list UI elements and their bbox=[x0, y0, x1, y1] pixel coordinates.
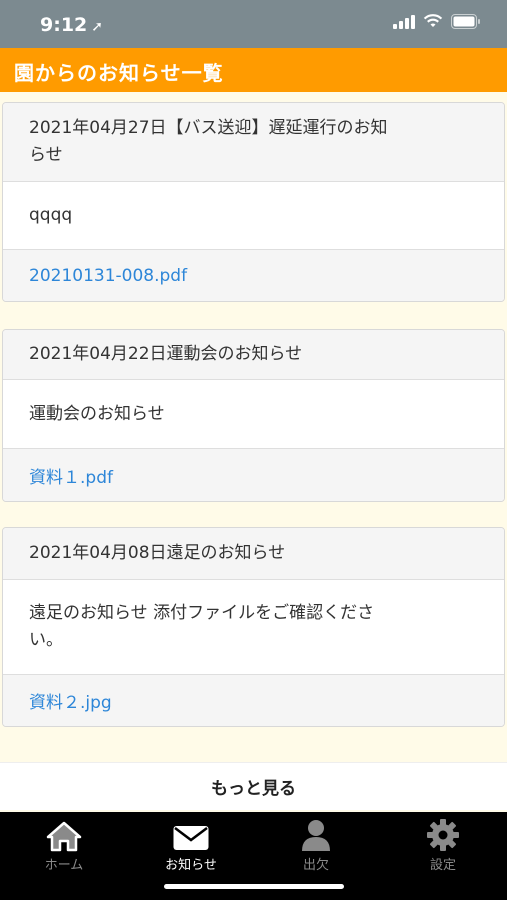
notice-card: 2021年04月27日【バス送迎】遅延運行のお知 らせ qqqq 2021013… bbox=[2, 102, 505, 302]
notice-body: 遠足のお知らせ 添付ファイルをご確認くださ い。 bbox=[3, 580, 504, 675]
notice-card: 2021年04月08日遠足のお知らせ 遠足のお知らせ 添付ファイルをご確認くださ… bbox=[2, 527, 505, 727]
tab-notices[interactable]: お知らせ bbox=[128, 818, 254, 874]
home-indicator[interactable] bbox=[164, 884, 344, 889]
tab-label: 出欠 bbox=[302, 858, 329, 873]
tab-label: お知らせ bbox=[165, 858, 217, 873]
signal-icon bbox=[393, 14, 415, 29]
notice-title-line: 2021年04月27日【バス送迎】遅延運行のお知 bbox=[29, 118, 388, 138]
notice-list[interactable]: 2021年04月27日【バス送迎】遅延運行のお知 らせ qqqq 2021013… bbox=[0, 92, 507, 812]
attachment-link[interactable]: 資料２.jpg bbox=[3, 675, 504, 726]
status-bar: 9:12 ➚ bbox=[0, 0, 507, 48]
status-icons bbox=[393, 14, 481, 29]
tab-attendance[interactable]: 出欠 bbox=[253, 818, 379, 874]
notice-body-text: 遠足のお知らせ 添付ファイルをご確認くださ bbox=[29, 603, 375, 623]
gear-icon bbox=[426, 818, 460, 852]
attachment-link[interactable]: 資料１.pdf bbox=[3, 449, 504, 501]
attachment-link[interactable]: 20210131-008.pdf bbox=[3, 250, 504, 301]
app-header: 園からのお知らせ一覧 bbox=[0, 48, 507, 92]
tab-label: ホーム bbox=[44, 858, 84, 873]
battery-icon bbox=[451, 14, 480, 29]
status-time: 9:12 ➚ bbox=[40, 14, 103, 36]
notice-title: 2021年04月27日【バス送迎】遅延運行のお知 らせ bbox=[3, 103, 504, 182]
envelope-icon bbox=[172, 818, 210, 852]
clock-text: 9:12 bbox=[40, 14, 88, 36]
notice-title-line: 2021年04月22日運動会のお知らせ bbox=[29, 344, 303, 364]
person-icon bbox=[299, 818, 333, 852]
tab-home[interactable]: ホーム bbox=[1, 818, 127, 874]
notice-body-text: qqqq bbox=[29, 205, 73, 225]
more-button[interactable]: もっと見る bbox=[0, 762, 507, 810]
notice-title-line: らせ bbox=[29, 145, 63, 165]
tab-label: 設定 bbox=[429, 858, 456, 873]
home-icon bbox=[45, 818, 83, 852]
tab-settings[interactable]: 設定 bbox=[380, 818, 506, 874]
notice-card: 2021年04月22日運動会のお知らせ 運動会のお知らせ 資料１.pdf bbox=[2, 329, 505, 502]
notice-body-text: い。 bbox=[29, 630, 63, 650]
notice-title: 2021年04月08日遠足のお知らせ bbox=[3, 528, 504, 580]
notice-title: 2021年04月22日運動会のお知らせ bbox=[3, 330, 504, 380]
notice-body-text: 運動会のお知らせ bbox=[29, 403, 165, 424]
wifi-icon bbox=[423, 14, 443, 27]
page-title: 園からのお知らせ一覧 bbox=[14, 61, 224, 85]
location-arrow-icon: ➚ bbox=[91, 19, 103, 35]
notice-title-line: 2021年04月08日遠足のお知らせ bbox=[29, 543, 286, 563]
notice-body: 運動会のお知らせ bbox=[3, 380, 504, 449]
notice-body: qqqq bbox=[3, 182, 504, 250]
